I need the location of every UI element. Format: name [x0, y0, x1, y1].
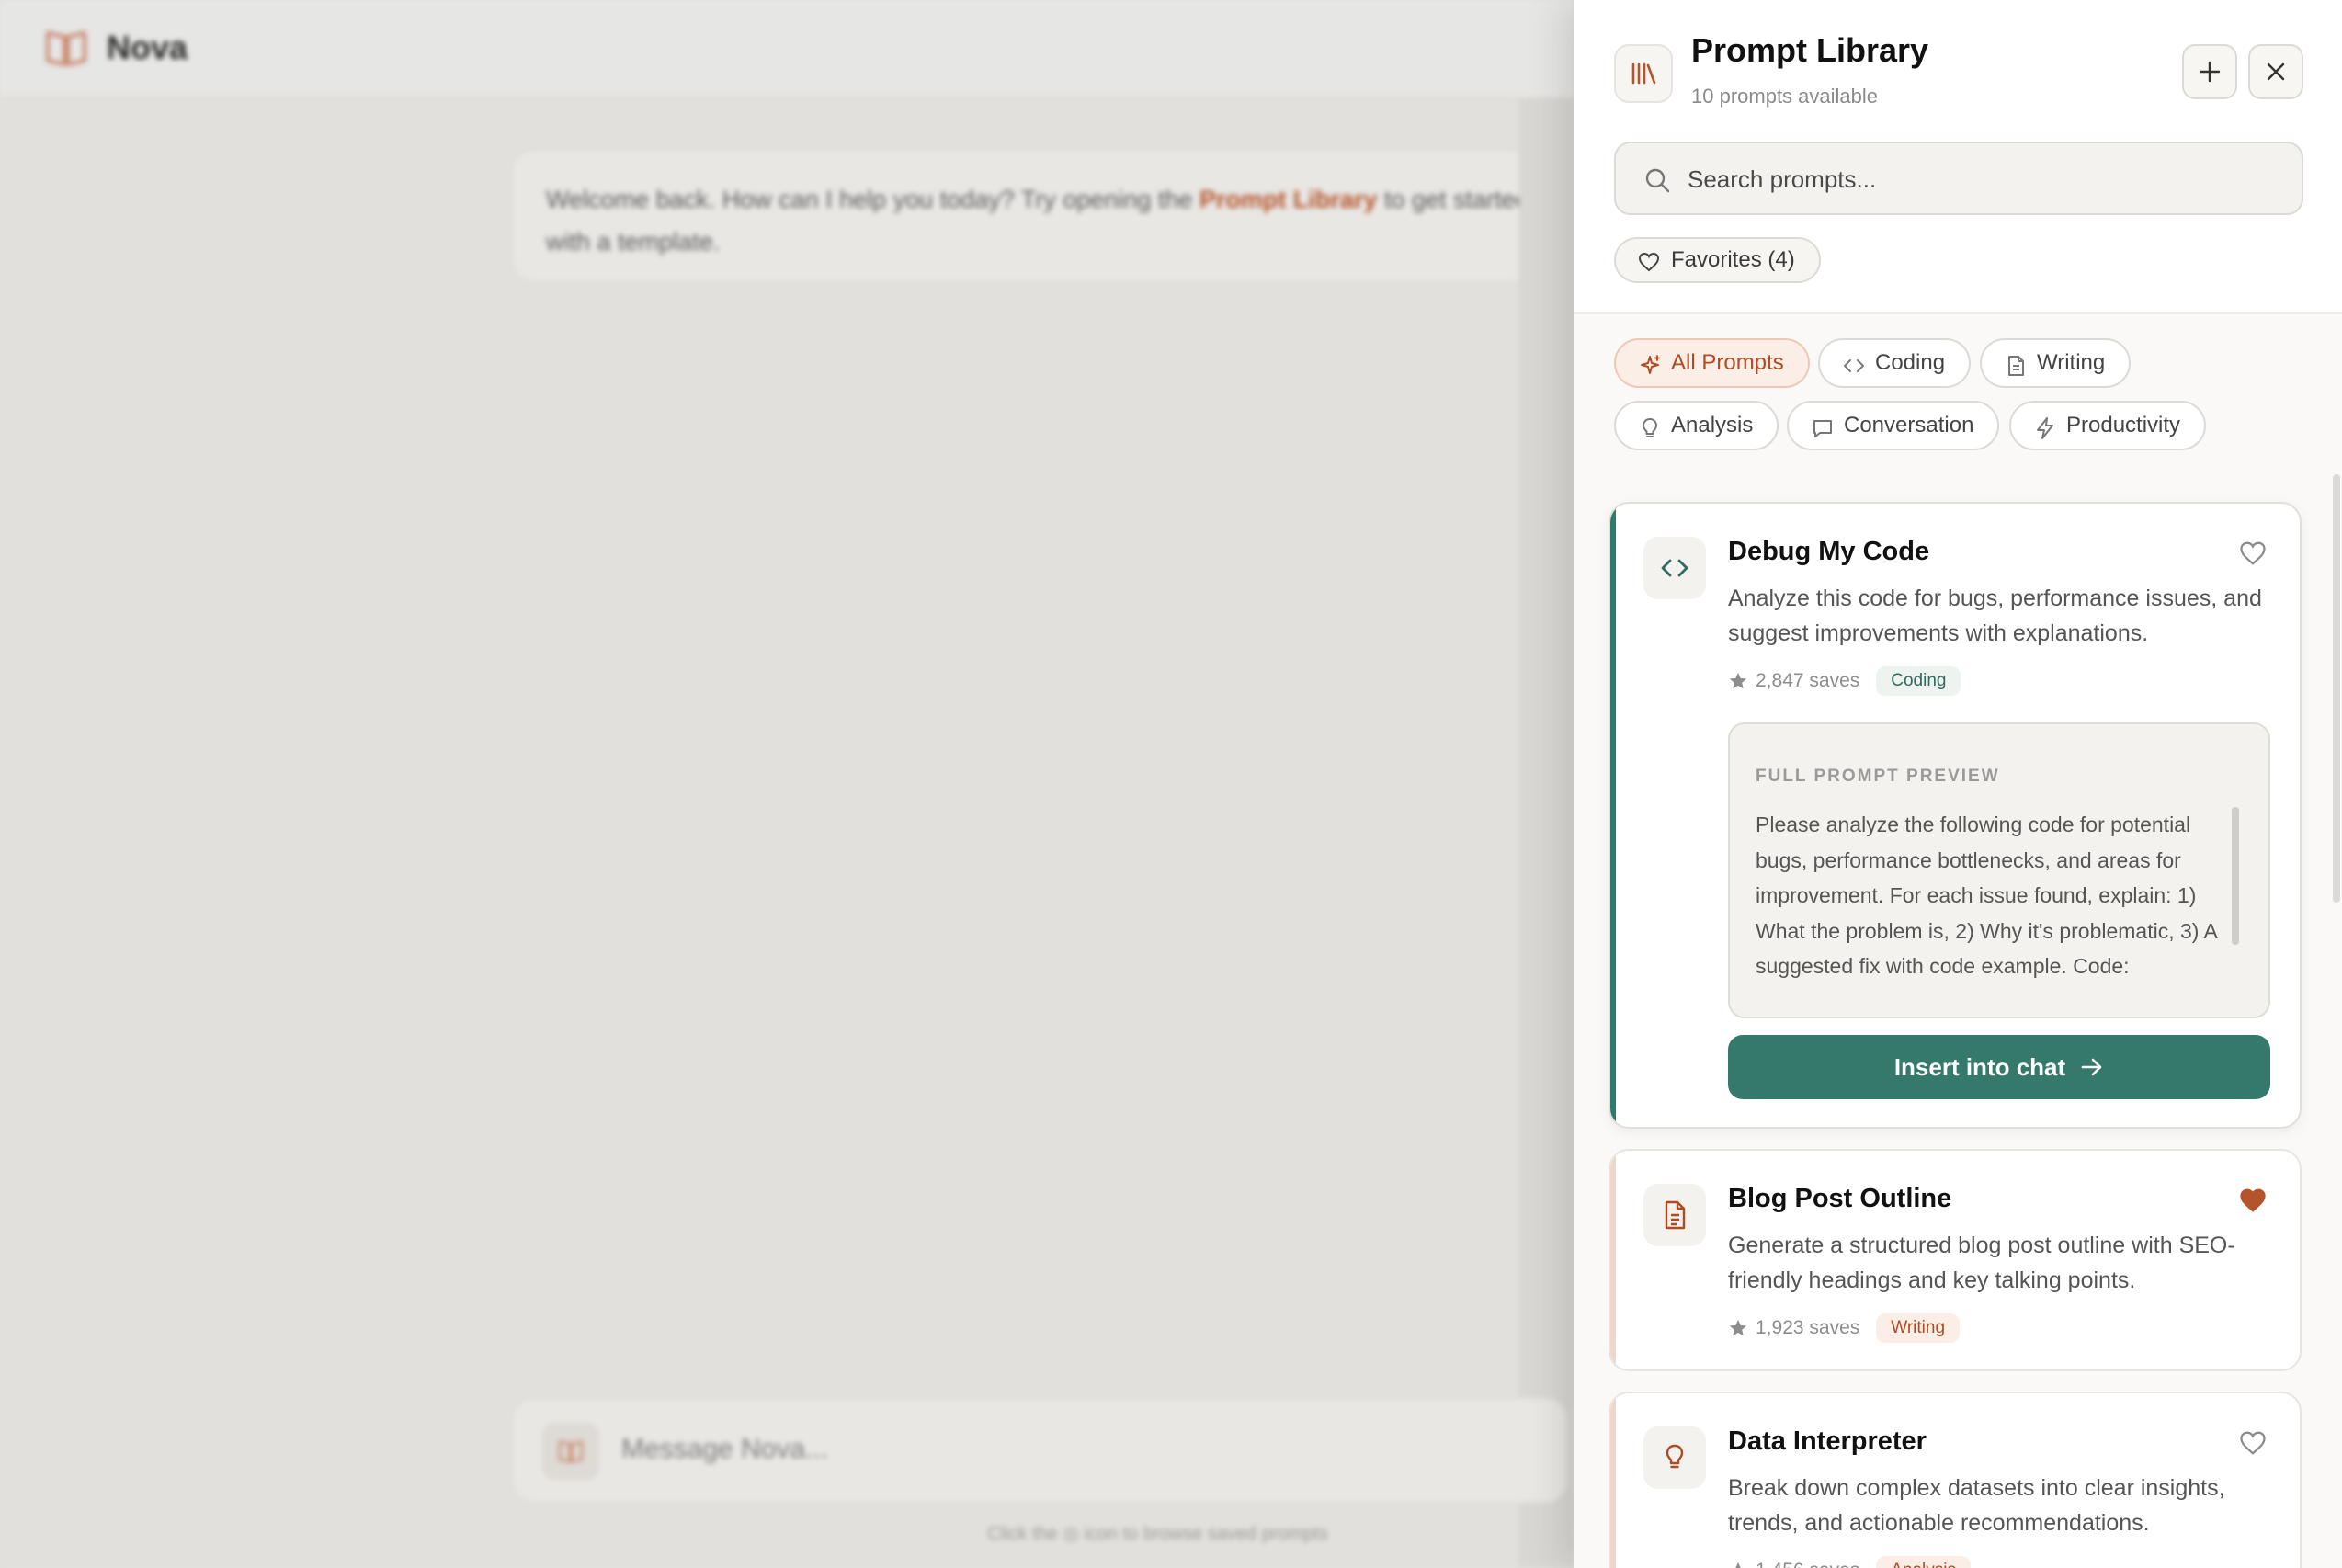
panel-header: Prompt Library 10 prompts available Favo… [1574, 0, 2342, 314]
category-tag: Coding [1876, 666, 1961, 696]
heart-outline-icon [2240, 541, 2266, 565]
insert-into-chat-button[interactable]: Insert into chat [1728, 1035, 2270, 1099]
document-icon [1643, 1184, 1706, 1246]
panel-scrollbar[interactable] [2333, 474, 2340, 903]
preview-scrollbar[interactable] [2232, 807, 2239, 945]
heart-filled-icon [2240, 1188, 2266, 1212]
favorites-filter[interactable]: Favorites (4) [1614, 237, 1821, 283]
arrow-right-icon [2081, 1058, 2102, 1076]
prompt-description: Break down complex datasets into clear i… [1728, 1475, 2225, 1536]
close-panel-button[interactable] [2248, 44, 2303, 99]
prompt-card-blog-post-outline[interactable]: Blog Post Outline Generate a structured … [1609, 1149, 2302, 1371]
preview-label: FULL PROMPT PREVIEW [1756, 767, 2000, 786]
plus-icon [2199, 61, 2221, 83]
category-coding[interactable]: Coding [1818, 338, 1972, 388]
star-icon [1729, 672, 1747, 689]
add-prompt-button[interactable] [2182, 44, 2237, 99]
prompt-library-link[interactable]: Prompt Library [1199, 186, 1378, 213]
star-icon [1729, 1319, 1747, 1336]
category-label: All Prompts [1671, 350, 1784, 375]
search-box[interactable] [1614, 142, 2303, 215]
star-icon [1734, 1562, 1742, 1568]
prompt-card-data-interpreter[interactable]: Data Interpreter Break down complex data… [1609, 1392, 2302, 1568]
category-analysis[interactable]: Analysis [1614, 401, 1779, 450]
lightbulb-icon [1643, 418, 1657, 437]
favorite-toggle[interactable] [2239, 1430, 2267, 1460]
lightbulb-icon [1643, 1426, 1706, 1489]
heart-outline-icon [2240, 1431, 2266, 1455]
favorites-label: Favorites (4) [1671, 247, 1795, 272]
preview-text: Please analyze the following code for po… [1756, 812, 2217, 978]
prompt-title: Blog Post Outline [1728, 1184, 1952, 1213]
search-icon [1645, 168, 1670, 193]
full-prompt-preview: FULL PROMPT PREVIEW Please analyze the f… [1728, 722, 2270, 1018]
prompt-library-button[interactable] [542, 1423, 599, 1480]
chat-bubble-icon [1813, 420, 1832, 437]
save-count: 1,456 saves [1756, 1560, 1859, 1568]
panel-title: Prompt Library [1691, 31, 1929, 69]
card-accent-bar [1610, 1151, 1616, 1369]
message-composer[interactable]: Message Nova... [511, 1397, 1568, 1504]
category-tag: Analysis [1876, 1556, 1971, 1568]
message-input[interactable]: Message Nova... [621, 1434, 828, 1465]
favorite-toggle[interactable] [2239, 1187, 2267, 1218]
content-shade [1518, 99, 1574, 1568]
category-label: Productivity [2066, 413, 2181, 437]
prompt-count: 10 prompts available [1691, 85, 1879, 108]
close-icon [2267, 62, 2285, 81]
category-all-prompts[interactable]: All Prompts [1614, 338, 1810, 388]
assistant-welcome-message: Welcome back. How can I help you today? … [511, 149, 1568, 283]
favorite-toggle[interactable] [2239, 540, 2267, 571]
document-icon [2008, 356, 2024, 376]
save-count: 2,847 saves [1756, 670, 1860, 691]
save-count: 1,923 saves [1756, 1317, 1860, 1338]
category-tag: Writing [1876, 1313, 1961, 1343]
composer-hint: Click the ◎ icon to browse saved prompts [987, 1524, 1328, 1544]
card-accent-bar [1610, 1393, 1616, 1568]
category-label: Coding [1875, 350, 1946, 375]
code-icon [1844, 359, 1864, 372]
category-conversation[interactable]: Conversation [1787, 401, 2000, 450]
category-writing[interactable]: Writing [1980, 338, 2132, 388]
lightning-icon [2037, 417, 2053, 439]
sparkles-icon [1641, 355, 1661, 374]
search-input[interactable] [1688, 160, 2276, 199]
category-productivity[interactable]: Productivity [2009, 401, 2207, 450]
prompt-library-panel: Prompt Library 10 prompts available Favo… [1574, 0, 2342, 1568]
prompt-title: Debug My Code [1728, 537, 1930, 566]
heart-outline-icon [1638, 252, 1660, 272]
category-label: Analysis [1671, 413, 1754, 437]
library-icon [1614, 44, 1673, 103]
prompt-meta: 1,923 saves Writing [1728, 1312, 1961, 1344]
code-icon [1643, 537, 1706, 599]
prompt-title: Data Interpreter [1728, 1426, 1927, 1456]
book-icon [44, 28, 88, 68]
insert-label: Insert into chat [1893, 1052, 2066, 1081]
welcome-text: Welcome back. How can I help you today? … [546, 186, 1199, 213]
prompt-description: Generate a structured blog post outline … [1728, 1233, 2235, 1293]
prompt-card-debug-my-code[interactable]: Debug My Code Analyze this code for bugs… [1609, 502, 2302, 1129]
app-logo-text: Nova [107, 28, 188, 66]
app-header: Nova [0, 0, 1574, 99]
book-icon [558, 1440, 584, 1463]
category-label: Writing [2037, 350, 2106, 375]
category-label: Conversation [1844, 413, 1974, 437]
prompt-description: Analyze this code for bugs, performance … [1728, 585, 2262, 646]
prompt-meta: 1,456 saves Analysis [1728, 1555, 1971, 1568]
card-accent-bar [1610, 504, 1616, 1127]
prompt-meta: 2,847 saves Coding [1728, 665, 1961, 697]
